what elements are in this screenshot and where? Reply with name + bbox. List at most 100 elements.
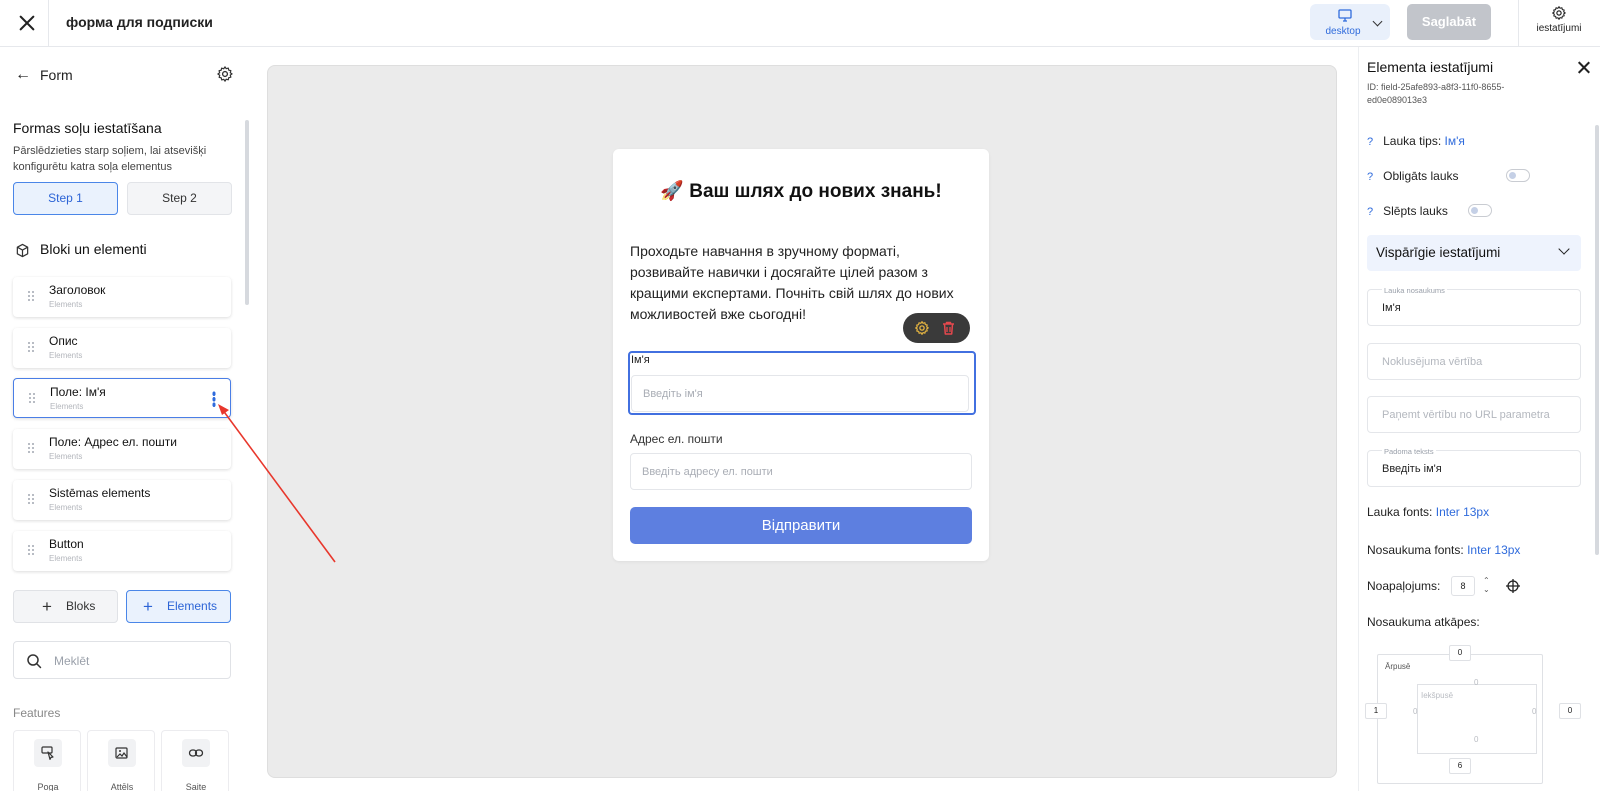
selected-name-field[interactable]: Ім'я: [628, 351, 976, 415]
save-button[interactable]: Saglabāt: [1407, 4, 1491, 40]
feature-button-attels[interactable]: Attēls: [87, 730, 155, 791]
field-name-label: Lauka nosaukums: [1382, 286, 1447, 295]
submit-button[interactable]: Відправити: [630, 507, 972, 544]
steps-description: Pārslēdzieties starp soļiem, lai atseviš…: [13, 145, 207, 173]
list-item[interactable]: Заголовок Elements: [13, 277, 231, 317]
url-param-input[interactable]: Paņemt vērtību no URL parametra: [1367, 396, 1581, 433]
outer-label: Ārpusē: [1385, 662, 1411, 671]
url-param-placeholder: Paņemt vērtību no URL parametra: [1382, 409, 1550, 421]
element-type: Elements: [49, 554, 83, 563]
drag-handle-icon[interactable]: [27, 544, 35, 557]
monitor-icon: [1338, 9, 1352, 22]
drag-handle-icon[interactable]: [27, 341, 35, 354]
panel-title: Form: [40, 67, 73, 83]
add-element-button[interactable]: + Elements: [126, 590, 231, 623]
add-element-label: Elements: [167, 599, 218, 613]
element-type: Elements: [50, 402, 84, 411]
field-name-input[interactable]: Lauka nosaukums Ім'я: [1367, 286, 1581, 326]
outer-top-input[interactable]: 0: [1449, 645, 1471, 661]
field-name-value: Ім'я: [1382, 302, 1401, 314]
default-value-input[interactable]: Noklusējuma vērtība: [1367, 343, 1581, 380]
add-block-button[interactable]: + Bloks: [13, 590, 118, 623]
inner-right-value[interactable]: 0: [1532, 707, 1536, 716]
feature-button-poga[interactable]: Poga: [13, 730, 81, 791]
rounding-input[interactable]: 8: [1451, 576, 1475, 596]
gear-icon[interactable]: [216, 65, 234, 88]
drag-handle-icon[interactable]: [27, 442, 35, 455]
scrollbar[interactable]: [1595, 125, 1599, 555]
close-icon[interactable]: [14, 10, 40, 36]
list-item[interactable]: Sistēmas elements Elements: [13, 480, 231, 520]
field-type-value[interactable]: Ім'я: [1445, 134, 1465, 148]
element-type: Elements: [49, 300, 83, 309]
step-1-button[interactable]: Step 1: [13, 182, 118, 215]
outer-left-input[interactable]: 1: [1365, 703, 1387, 719]
document-title: форма для подписки: [66, 14, 213, 30]
search-icon: [27, 654, 42, 669]
element-id: ID: field-25afe893-a8f3-11f0-8655-ed0e08…: [1367, 82, 1505, 105]
plus-icon: +: [143, 597, 153, 616]
right-panel: Elementa iestatījumi ID: field-25afe893-…: [1358, 47, 1600, 791]
trash-icon[interactable]: [941, 320, 956, 336]
field-font-label: Lauka fonts:: [1367, 505, 1433, 519]
required-row: ? Obligāts lauks: [1367, 169, 1459, 183]
inner-bottom-value[interactable]: 0: [1474, 735, 1478, 744]
list-item-selected[interactable]: Поле: Ім'я Elements: [13, 378, 231, 418]
cube-icon: [15, 243, 30, 263]
top-bar: форма для подписки desktop Saglabāt iest…: [0, 0, 1600, 47]
field-type-label: Lauka tips:: [1383, 134, 1442, 148]
drag-handle-icon[interactable]: [27, 290, 35, 303]
hidden-toggle[interactable]: [1468, 204, 1492, 217]
general-settings-section[interactable]: Vispārīgie iestatījumi: [1367, 235, 1581, 271]
back-arrow-icon[interactable]: ←: [15, 66, 31, 84]
help-icon[interactable]: ?: [1367, 206, 1373, 218]
outer-right-input[interactable]: 0: [1559, 703, 1581, 719]
plus-icon: +: [42, 597, 52, 616]
more-vertical-icon[interactable]: [212, 391, 216, 407]
feature-label: Attēls: [110, 782, 134, 791]
inner-top-value[interactable]: 0: [1474, 678, 1478, 687]
chevron-down-icon: [1558, 243, 1570, 255]
hint-text-input[interactable]: Padoma teksts Введіть ім'я: [1367, 447, 1581, 487]
outer-bottom-input[interactable]: 6: [1449, 758, 1471, 774]
feature-button-saite[interactable]: Saite: [161, 730, 229, 791]
crosshair-icon[interactable]: [1506, 579, 1520, 593]
email-field-label: Адрес ел. пошти: [630, 432, 723, 446]
feature-label: Saite: [185, 782, 207, 791]
rounding-stepper[interactable]: ⌃ ⌄: [1483, 576, 1490, 594]
email-input[interactable]: [630, 453, 972, 490]
inner-label: Iekšpusē: [1421, 691, 1454, 700]
chevron-down-icon: [1372, 16, 1383, 27]
form-title[interactable]: 🚀 Ваш шлях до нових знань!: [613, 179, 989, 203]
required-toggle[interactable]: [1506, 169, 1530, 182]
list-item[interactable]: Опис Elements: [13, 328, 231, 368]
hidden-row: ? Slēpts lauks: [1367, 204, 1448, 218]
settings-button[interactable]: iestatījumi: [1524, 5, 1594, 43]
name-font-value[interactable]: Inter 13px: [1467, 543, 1520, 557]
name-input[interactable]: [631, 375, 969, 412]
divider: [1518, 0, 1519, 47]
element-toolbar: [903, 313, 970, 343]
drag-handle-icon[interactable]: [27, 493, 35, 506]
help-icon[interactable]: ?: [1367, 136, 1373, 148]
close-icon[interactable]: [1577, 61, 1590, 74]
settings-label: iestatījumi: [1536, 23, 1582, 34]
inner-left-value[interactable]: 0: [1413, 707, 1417, 716]
element-name: Button: [49, 537, 84, 551]
element-type: Elements: [49, 503, 83, 512]
gear-icon[interactable]: [914, 320, 930, 336]
element-name: Поле: Ім'я: [50, 385, 106, 399]
field-font-value[interactable]: Inter 13px: [1436, 505, 1489, 519]
form-card: 🚀 Ваш шлях до нових знань! Проходьте нав…: [613, 149, 989, 561]
left-panel: ← Form Formas soļu iestatīšana Pārslēdzi…: [0, 47, 249, 791]
list-item[interactable]: Button Elements: [13, 531, 231, 571]
search-input[interactable]: [54, 651, 214, 671]
field-font-row: Lauka fonts: Inter 13px: [1367, 505, 1489, 519]
step-2-button[interactable]: Step 2: [127, 182, 232, 215]
list-item[interactable]: Поле: Адрес ел. пошти Elements: [13, 429, 231, 469]
blocks-heading: Bloki un elementi: [40, 241, 147, 257]
device-selector[interactable]: desktop: [1310, 4, 1390, 40]
help-icon[interactable]: ?: [1367, 171, 1373, 183]
drag-handle-icon[interactable]: [28, 392, 36, 405]
name-field-label: Ім'я: [631, 354, 650, 366]
